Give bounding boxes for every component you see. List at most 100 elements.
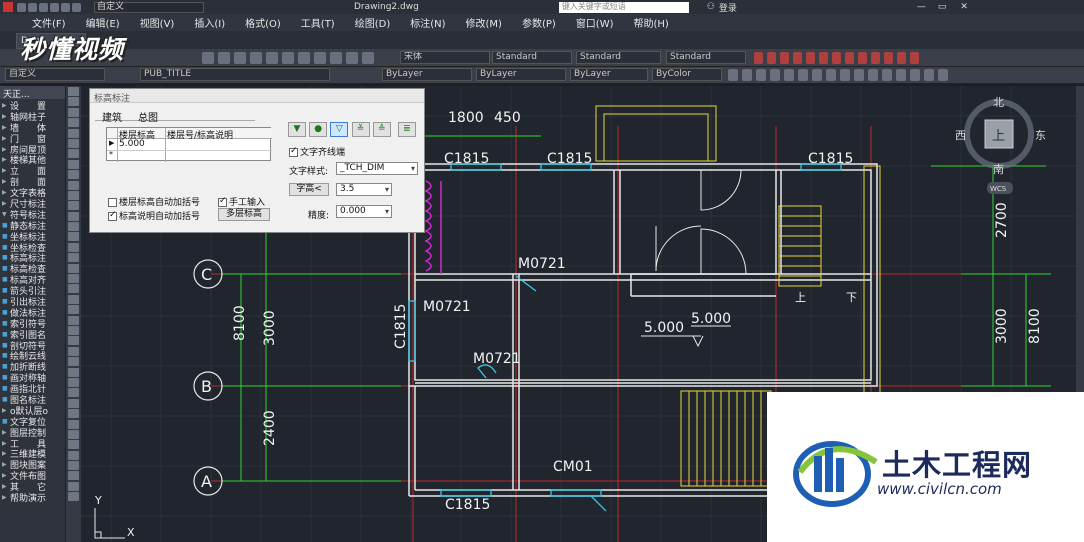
- polyline-icon[interactable]: [68, 315, 79, 325]
- spline-icon[interactable]: [68, 170, 79, 180]
- save-icon[interactable]: [39, 2, 48, 12]
- menu-item[interactable]: 标注(N): [400, 15, 455, 30]
- snap-node-icon[interactable]: [871, 52, 880, 64]
- erase-icon[interactable]: [728, 69, 738, 81]
- mtext-icon[interactable]: [68, 481, 79, 491]
- join-icon[interactable]: [896, 69, 906, 81]
- snap-quadrant-icon[interactable]: [806, 52, 815, 64]
- tab-site[interactable]: 总图: [138, 109, 158, 124]
- font-combo[interactable]: 宋体: [400, 51, 490, 64]
- chamfer-icon[interactable]: [910, 69, 920, 81]
- arc-icon[interactable]: [68, 138, 79, 148]
- snap-settings-icon[interactable]: [910, 52, 919, 64]
- polyline-icon[interactable]: [68, 107, 79, 117]
- zoom-previous-icon[interactable]: [250, 52, 262, 64]
- design-center-icon[interactable]: [282, 52, 294, 64]
- snap-perpendicular-icon[interactable]: [832, 52, 841, 64]
- break-icon[interactable]: [882, 69, 892, 81]
- make-block-icon[interactable]: [68, 419, 79, 429]
- region-icon[interactable]: [68, 253, 79, 263]
- window-minimize-button[interactable]: —: [917, 2, 926, 12]
- menu-item[interactable]: 工具(T): [291, 15, 345, 30]
- text-align-option[interactable]: 文字齐线端: [289, 145, 345, 158]
- tab-architecture[interactable]: 建筑: [102, 109, 122, 124]
- line-icon[interactable]: [68, 87, 79, 96]
- table-icon[interactable]: [68, 263, 79, 273]
- gradient-icon[interactable]: [68, 242, 79, 252]
- ellipse-arc-icon[interactable]: [68, 190, 79, 200]
- menu-item[interactable]: 绘图(D): [345, 15, 401, 30]
- ucs-combo[interactable]: 自定义: [5, 68, 105, 81]
- gradient-icon[interactable]: [68, 450, 79, 460]
- grid-cell-level[interactable]: 5.000: [119, 139, 145, 149]
- scale-icon[interactable]: [826, 69, 836, 81]
- viewcube-east[interactable]: 东: [1035, 129, 1046, 142]
- arc-icon[interactable]: [68, 346, 79, 356]
- snap-parallel-icon[interactable]: [845, 52, 854, 64]
- user-icon[interactable]: ⚇: [707, 2, 715, 12]
- ellipse-arc-icon[interactable]: [68, 398, 79, 408]
- redo-icon[interactable]: [72, 2, 81, 12]
- window-close-button[interactable]: ✕: [960, 2, 968, 12]
- snap-tangent-icon[interactable]: [819, 52, 828, 64]
- menu-item[interactable]: 帮助(H): [624, 15, 679, 30]
- xline-icon[interactable]: [68, 305, 79, 315]
- help-icon[interactable]: [362, 52, 374, 64]
- app-logo-icon[interactable]: [3, 2, 13, 12]
- spline-icon[interactable]: [68, 377, 79, 387]
- style-dot-icon[interactable]: ●: [309, 122, 328, 137]
- sheet-set-icon[interactable]: [314, 52, 326, 64]
- menu-item[interactable]: 窗口(W): [566, 15, 624, 30]
- snap-nearest-icon[interactable]: [884, 52, 893, 64]
- insert-block-icon[interactable]: [68, 201, 79, 211]
- linetype-combo[interactable]: ByLayer: [476, 68, 566, 81]
- search-input[interactable]: 键入关键字或短语: [558, 1, 689, 13]
- add-selected-icon[interactable]: [68, 492, 79, 502]
- point-icon[interactable]: [68, 429, 79, 439]
- insert-block-icon[interactable]: [68, 409, 79, 419]
- circle-icon[interactable]: [68, 357, 79, 367]
- snap-none-icon[interactable]: [897, 52, 906, 64]
- login-link[interactable]: 登录: [719, 1, 737, 14]
- style-solid-triangle-icon[interactable]: ▼: [288, 122, 306, 137]
- text-height-select[interactable]: 3.5: [336, 183, 392, 196]
- menu-item[interactable]: 格式(O): [235, 15, 291, 30]
- undo-icon[interactable]: [61, 2, 70, 12]
- trim-icon[interactable]: [854, 69, 864, 81]
- print-icon[interactable]: [50, 2, 59, 12]
- calc-icon[interactable]: [346, 52, 358, 64]
- auto-bracket-option[interactable]: 楼层标高自动加括号: [108, 195, 200, 208]
- point-icon[interactable]: [68, 222, 79, 232]
- manual-input-option[interactable]: 手工输入: [218, 195, 265, 208]
- color-combo[interactable]: ByLayer: [382, 68, 472, 81]
- ellipse-icon[interactable]: [68, 180, 79, 190]
- panel-header[interactable]: 天正...: [0, 86, 65, 100]
- fillet-icon[interactable]: [924, 69, 934, 81]
- rotate-icon[interactable]: [812, 69, 822, 81]
- array-icon[interactable]: [784, 69, 794, 81]
- lineweight-combo[interactable]: ByLayer: [570, 68, 648, 81]
- precision-select[interactable]: 0.000: [336, 205, 392, 218]
- hatch-icon[interactable]: [68, 440, 79, 450]
- rectangle-icon[interactable]: [68, 336, 79, 346]
- polygon-icon[interactable]: [68, 118, 79, 128]
- table-icon[interactable]: [68, 471, 79, 481]
- explode-icon[interactable]: [938, 69, 948, 81]
- xline-icon[interactable]: [68, 97, 79, 107]
- text-style-select[interactable]: _TCH_DIM: [336, 162, 418, 175]
- copy-icon[interactable]: [742, 69, 752, 81]
- add-selected-icon[interactable]: [68, 284, 79, 294]
- extend-icon[interactable]: [868, 69, 878, 81]
- new-file-icon[interactable]: [17, 2, 26, 12]
- viewcube-north[interactable]: 北: [993, 96, 1004, 109]
- zoom-realtime-icon[interactable]: [218, 52, 230, 64]
- layer-combo[interactable]: PUB_TITLE: [140, 68, 330, 81]
- tool-palette-icon[interactable]: [298, 52, 310, 64]
- offset-icon[interactable]: [770, 69, 780, 81]
- manual-input-checkbox[interactable]: [218, 196, 227, 207]
- menu-item[interactable]: 参数(P): [512, 15, 566, 30]
- viewcube-top[interactable]: 上: [992, 129, 1005, 144]
- snap-intersection-icon[interactable]: [780, 52, 789, 64]
- table-style-combo[interactable]: Standard: [666, 51, 746, 64]
- plotstyle-combo[interactable]: ByColor: [652, 68, 722, 81]
